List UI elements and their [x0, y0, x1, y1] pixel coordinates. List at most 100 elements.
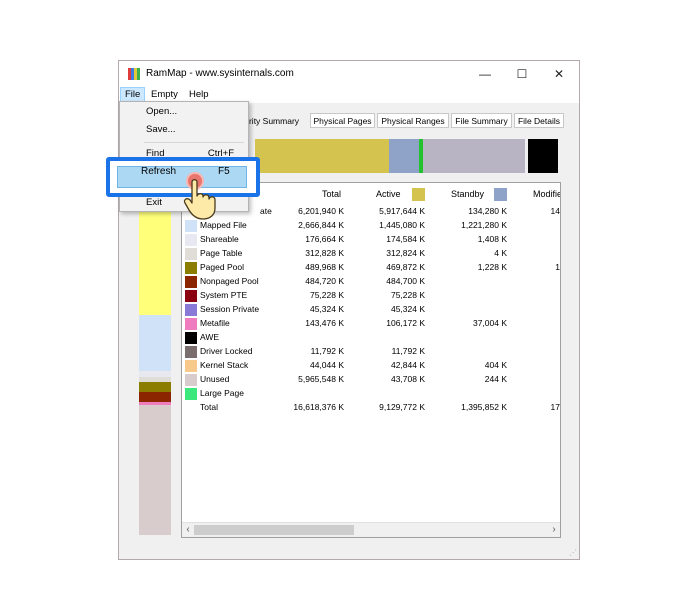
table-row[interactable]: System PTE 75,228 K 75,228 K	[182, 289, 560, 303]
table-row[interactable]: Nonpaged Pool 484,720 K 484,700 K	[182, 275, 560, 289]
cell-total: 5,965,548 K	[298, 374, 344, 384]
cell-total: 484,720 K	[305, 276, 344, 286]
status-bar: ⋰	[119, 545, 579, 559]
usage-vertical-bar	[139, 181, 171, 535]
row-color-swatch	[185, 234, 197, 246]
table-row[interactable]: Large Page	[182, 387, 560, 401]
horizontal-scrollbar[interactable]: ‹ ›	[182, 522, 560, 537]
table-row[interactable]: Shareable 176,664 K 174,584 K 1,408 K	[182, 233, 560, 247]
cell-active: 1,445,080 K	[379, 220, 425, 230]
cell-active: 106,172 K	[386, 318, 425, 328]
table-row[interactable]: Unused 5,965,548 K 43,708 K 244 K	[182, 373, 560, 387]
table-row[interactable]: Total 16,618,376 K 9,129,772 K 1,395,852 K 1…	[182, 401, 560, 415]
row-name: Total	[200, 402, 218, 412]
row-name: Large Page	[200, 388, 244, 398]
menu-refresh-shortcut: F5	[218, 166, 230, 177]
cell-modified: 1	[555, 262, 560, 272]
row-name: System PTE	[200, 290, 248, 300]
vbar-mapped-file	[139, 315, 171, 371]
cell-total: 489,968 K	[305, 262, 344, 272]
row-color-swatch	[185, 346, 197, 358]
resize-grip-icon[interactable]: ⋰	[569, 548, 577, 557]
active-color-swatch	[412, 188, 425, 201]
use-counts-table: Total Active Standby Modifie ate 6,201,94…	[181, 182, 561, 538]
row-name: Paged Pool	[200, 262, 244, 272]
scrollbar-thumb[interactable]	[194, 525, 354, 535]
vbar-unused	[139, 405, 171, 535]
cell-standby: 1,221,280 K	[461, 220, 507, 230]
row-name: Shareable	[200, 234, 239, 244]
cell-total: 143,476 K	[305, 318, 344, 328]
rammap-app-icon	[128, 68, 140, 80]
cell-standby: 37,004 K	[472, 318, 507, 328]
menu-separator	[144, 142, 244, 143]
tab-file-details[interactable]: File Details	[514, 113, 564, 128]
cell-active: 11,792 K	[391, 346, 425, 356]
tab-physical-ranges[interactable]: Physical Ranges	[377, 113, 449, 128]
row-name: Driver Locked	[200, 346, 253, 356]
header-total[interactable]: Total	[322, 189, 341, 199]
cell-active: 174,584 K	[386, 234, 425, 244]
table-row[interactable]: AWE	[182, 331, 560, 345]
row-color-swatch	[185, 318, 197, 330]
cell-total: 44,044 K	[309, 360, 344, 370]
header-active[interactable]: Active	[376, 189, 401, 199]
cell-active: 42,844 K	[390, 360, 425, 370]
bar-free-segment	[423, 139, 525, 173]
menu-save[interactable]: Save...	[146, 124, 176, 135]
cell-standby: 134,280 K	[468, 206, 507, 216]
row-name: Unused	[200, 374, 230, 384]
standby-color-swatch	[494, 188, 507, 201]
menu-empty[interactable]: Empty	[147, 88, 182, 102]
maximize-button[interactable]: ☐	[503, 61, 541, 87]
row-name: ate	[260, 206, 272, 216]
row-color-swatch	[185, 360, 197, 372]
cell-active: 9,129,772 K	[379, 402, 425, 412]
table-row[interactable]: Paged Pool 489,968 K 469,872 K 1,228 K 1	[182, 261, 560, 275]
table-row[interactable]: Kernel Stack 44,044 K 42,844 K 404 K	[182, 359, 560, 373]
cell-standby: 4 K	[494, 248, 507, 258]
header-modified[interactable]: Modifie	[533, 189, 560, 199]
cell-modified: 14	[550, 206, 560, 216]
table-row[interactable]: Page Table 312,828 K 312,824 K 4 K	[182, 247, 560, 261]
table-row[interactable]: Mapped File 2,666,844 K 1,445,080 K 1,221,2…	[182, 219, 560, 233]
cell-total: 6,201,940 K	[298, 206, 344, 216]
tab-file-summary[interactable]: File Summary	[451, 113, 512, 128]
table-row[interactable]: Driver Locked 11,792 K 11,792 K	[182, 345, 560, 359]
menu-exit[interactable]: Exit	[146, 197, 162, 208]
header-standby[interactable]: Standby	[451, 189, 484, 199]
cell-modified: 17	[550, 402, 560, 412]
cell-active: 75,228 K	[390, 290, 425, 300]
row-color-swatch	[185, 374, 197, 386]
tab-use-counts[interactable]: rity Summary	[240, 113, 308, 128]
pointer-hand-icon	[183, 179, 216, 220]
cell-standby: 1,228 K	[477, 262, 507, 272]
cell-total: 11,792 K	[310, 346, 344, 356]
cell-total: 16,618,376 K	[293, 402, 344, 412]
cell-standby: 404 K	[484, 360, 507, 370]
cell-active: 469,872 K	[386, 262, 425, 272]
title-bar: RamMap - www.sysinternals.com — ☐ ✕	[119, 61, 579, 87]
cell-standby: 1,408 K	[477, 234, 507, 244]
tab-physical-pages[interactable]: Physical Pages	[310, 113, 375, 128]
menu-open[interactable]: Open...	[146, 106, 177, 117]
table-row[interactable]: Session Private 45,324 K 45,324 K	[182, 303, 560, 317]
row-name: AWE	[200, 332, 220, 342]
window-title: RamMap - www.sysinternals.com	[146, 68, 294, 79]
row-color-swatch	[185, 290, 197, 302]
bar-active-segment	[255, 139, 389, 173]
cell-total: 45,324 K	[309, 304, 344, 314]
row-color-swatch	[185, 332, 197, 344]
table-row[interactable]: Metafile 143,476 K 106,172 K 37,004 K	[182, 317, 560, 331]
row-color-swatch	[185, 388, 197, 400]
row-color-swatch	[185, 262, 197, 274]
cell-active: 484,700 K	[386, 276, 425, 286]
cell-active: 312,824 K	[386, 248, 425, 258]
cell-active: 5,917,644 K	[379, 206, 425, 216]
scroll-left-icon[interactable]: ‹	[182, 523, 194, 537]
minimize-button[interactable]: —	[466, 61, 504, 87]
scroll-right-icon[interactable]: ›	[548, 523, 560, 537]
row-color-swatch	[185, 220, 197, 232]
menu-help[interactable]: Help	[185, 88, 213, 102]
close-button[interactable]: ✕	[540, 61, 578, 87]
